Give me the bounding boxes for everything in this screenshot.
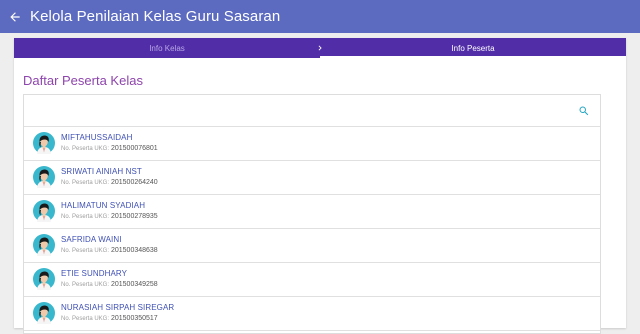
- participant-meta: No. Peserta UKG: 201500349258: [61, 281, 158, 288]
- participant-number: 201500076801: [110, 145, 158, 152]
- participant-meta: No. Peserta UKG: 201500278935: [61, 213, 158, 220]
- participant-number-label: No. Peserta UKG:: [61, 146, 110, 152]
- search-icon: [579, 106, 589, 116]
- participant-name: NURASIAH SIRPAH SIREGAR: [61, 303, 175, 312]
- back-button[interactable]: [2, 0, 28, 33]
- participant-meta: No. Peserta UKG: 201500264240: [61, 179, 158, 186]
- participant-number-label: No. Peserta UKG:: [61, 316, 110, 322]
- participant-meta: No. Peserta UKG: 201500348638: [61, 247, 158, 254]
- participant-name: ETIE SUNDHARY: [61, 269, 128, 278]
- content-card: Info Kelas Info Peserta Daftar Peserta K…: [14, 38, 626, 334]
- list-item[interactable]: SAFRIDA WAINI No. Peserta UKG: 201500348…: [24, 229, 600, 263]
- participant-name: HALIMATUN SYADIAH: [61, 201, 146, 210]
- app-bar: Kelola Penilaian Kelas Guru Sasaran: [0, 0, 640, 33]
- participant-number-label: No. Peserta UKG:: [61, 248, 110, 254]
- avatar: [33, 234, 55, 256]
- participant-number: 201500348638: [110, 247, 158, 254]
- participant-name: SAFRIDA WAINI: [61, 235, 122, 244]
- section-title: Daftar Peserta Kelas: [23, 73, 143, 88]
- participant-list: MIFTAHUSSAIDAH No. Peserta UKG: 20150007…: [23, 94, 601, 334]
- participant-name: SRIWATI AINIAH NST: [61, 167, 142, 176]
- participant-number: 201500278935: [110, 213, 158, 220]
- participant-number: 201500349258: [110, 281, 158, 288]
- participant-meta: No. Peserta UKG: 201500076801: [61, 145, 158, 152]
- participant-number-label: No. Peserta UKG:: [61, 214, 110, 220]
- app-title: Kelola Penilaian Kelas Guru Sasaran: [30, 8, 281, 25]
- list-item[interactable]: HALIMATUN SYADIAH No. Peserta UKG: 20150…: [24, 195, 600, 229]
- avatar: [33, 166, 55, 188]
- participant-number-label: No. Peserta UKG:: [61, 282, 110, 288]
- list-item[interactable]: ETIE SUNDHARY No. Peserta UKG: 201500349…: [24, 263, 600, 297]
- search-row: [24, 95, 600, 127]
- tab-info-kelas[interactable]: Info Kelas: [14, 38, 320, 58]
- arrow-left-icon: [10, 11, 20, 22]
- chevron-right-icon[interactable]: [314, 38, 326, 58]
- avatar: [33, 268, 55, 290]
- tab-label: Info Kelas: [149, 43, 185, 53]
- list-item[interactable]: MIFTAHUSSAIDAH No. Peserta UKG: 20150007…: [24, 127, 600, 161]
- participant-name: MIFTAHUSSAIDAH: [61, 133, 133, 142]
- list-item[interactable]: SRIWATI AINIAH NST No. Peserta UKG: 2015…: [24, 161, 600, 195]
- tab-label: Info Peserta: [451, 43, 495, 53]
- participant-number-label: No. Peserta UKG:: [61, 180, 110, 186]
- list-item[interactable]: NURASIAH SIRPAH SIREGAR No. Peserta UKG:…: [24, 297, 600, 331]
- participant-meta: No. Peserta UKG: 201500350517: [61, 315, 158, 322]
- tab-bar: Info Kelas Info Peserta: [14, 38, 626, 58]
- avatar: [33, 200, 55, 222]
- participant-number: 201500264240: [110, 179, 158, 186]
- search-button[interactable]: [578, 104, 592, 118]
- avatar: [33, 302, 55, 324]
- participant-number: 201500350517: [110, 315, 158, 322]
- avatar: [33, 132, 55, 154]
- tab-info-peserta[interactable]: Info Peserta: [320, 38, 626, 58]
